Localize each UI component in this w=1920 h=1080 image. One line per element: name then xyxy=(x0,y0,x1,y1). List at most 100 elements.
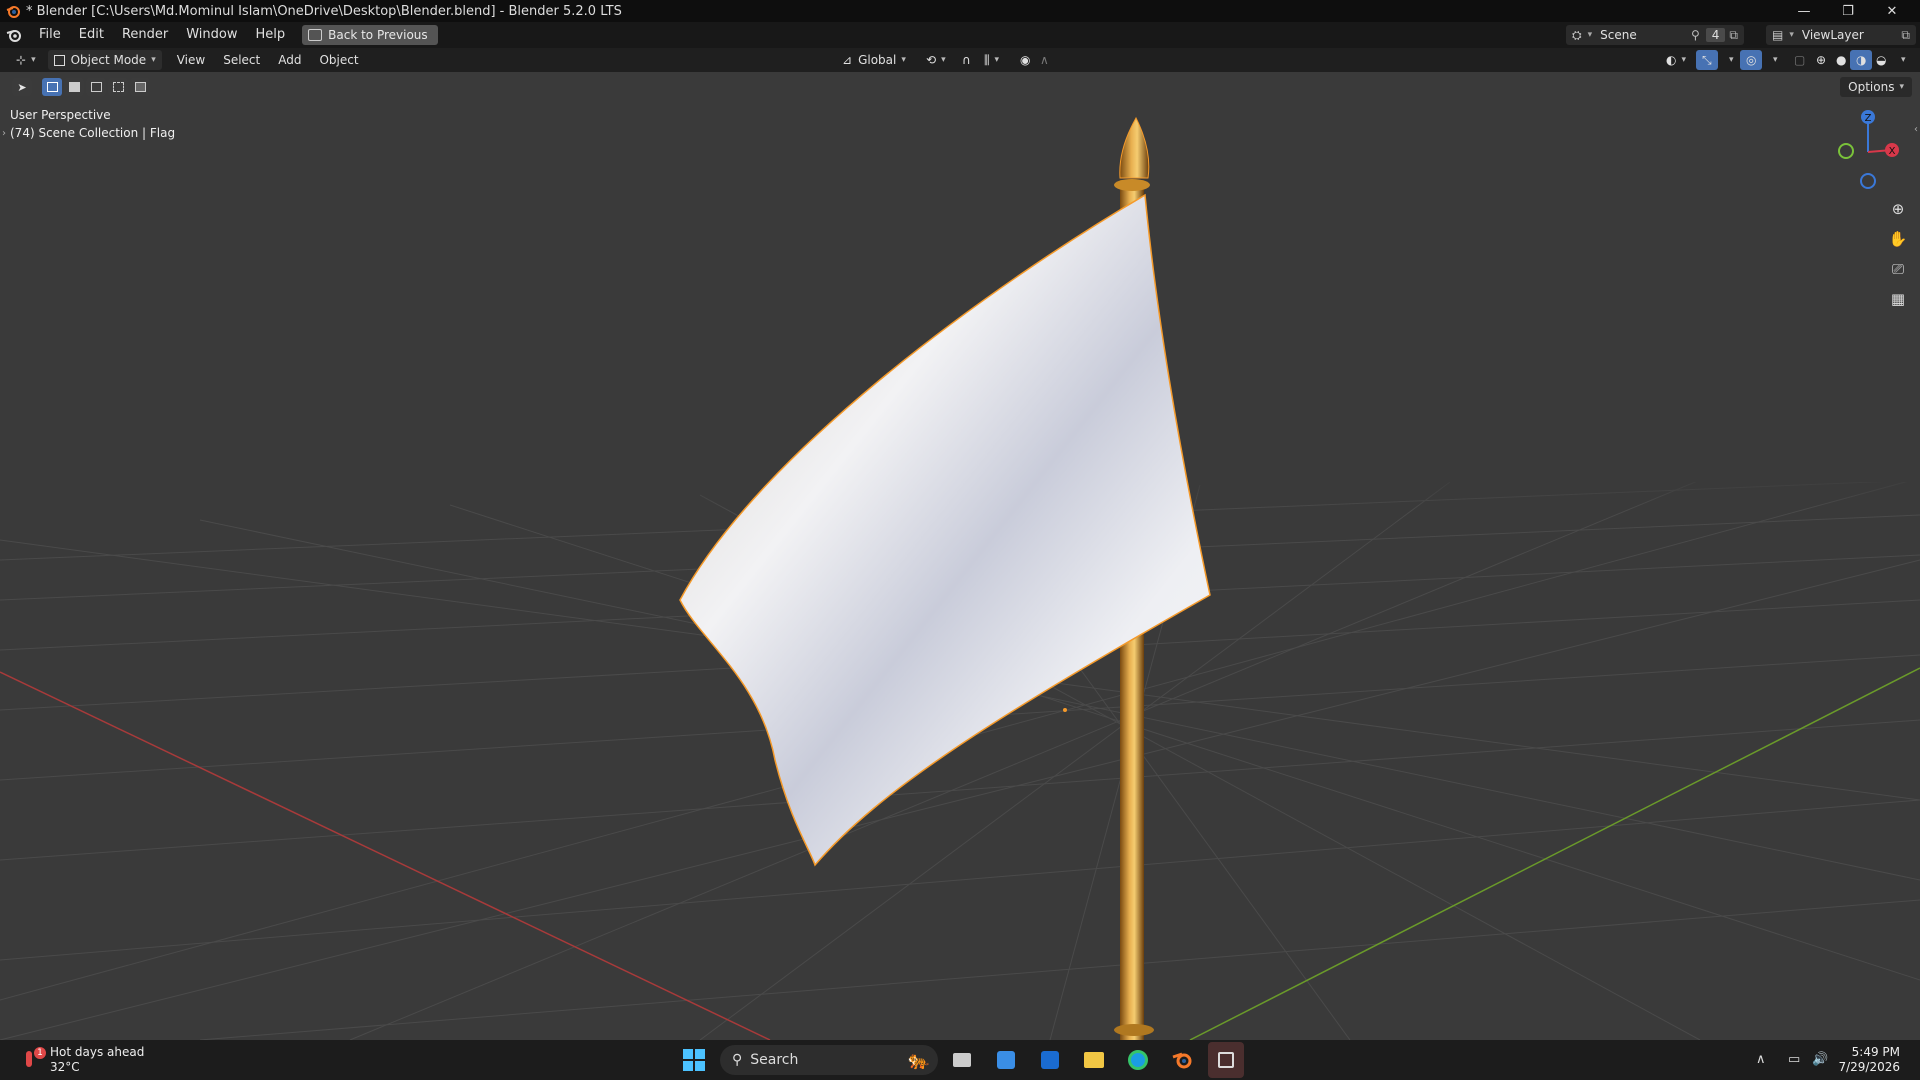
weather-badge: 1 xyxy=(34,1047,46,1059)
svg-text:X: X xyxy=(1889,146,1896,157)
outlook-button[interactable] xyxy=(1036,1046,1064,1074)
cursor-icon: ➤ xyxy=(17,80,27,94)
grid-icon: ▦ xyxy=(1890,290,1906,308)
blender-taskbar-icon xyxy=(1172,1052,1192,1069)
xray-icon: ▢ xyxy=(1794,53,1806,67)
navigation-gizmo[interactable]: Z X xyxy=(1830,106,1910,196)
store-icon xyxy=(997,1051,1015,1069)
chevron-down-icon: ▾ xyxy=(1789,30,1794,40)
snap-toggle[interactable]: ∩ xyxy=(956,50,977,70)
neg-y-axis-handle xyxy=(1838,143,1854,159)
close-window-button[interactable]: ✕ xyxy=(1870,0,1914,22)
network-icon[interactable]: ▭ xyxy=(1788,1052,1800,1067)
volume-icon[interactable]: 🔊 xyxy=(1812,1052,1828,1067)
mode-dropdown[interactable]: Object Mode ▾ xyxy=(47,50,162,70)
camera-view-button[interactable]: ⎚ xyxy=(1886,257,1910,281)
new-viewlayer-icon[interactable]: ⧉ xyxy=(1901,28,1910,43)
new-scene-icon[interactable]: ⧉ xyxy=(1729,28,1738,43)
windows-logo-icon xyxy=(683,1049,705,1071)
wireframe-shading-button[interactable]: ⊕ xyxy=(1810,50,1832,70)
sidebar-toggle-icon[interactable]: ‹ xyxy=(1914,124,1918,135)
show-hidden-icons-button[interactable]: ∧ xyxy=(1756,1052,1766,1067)
select-intersect-button[interactable] xyxy=(130,78,150,96)
select-new-button[interactable] xyxy=(42,78,62,96)
select-extend-icon xyxy=(68,82,80,92)
hand-icon: ✋ xyxy=(1888,230,1908,248)
neg-z-axis-handle xyxy=(1860,173,1876,189)
gizmo-dropdown[interactable]: ▾ xyxy=(1718,50,1740,70)
toolbar-toggle-icon[interactable]: › xyxy=(2,128,6,139)
options-dropdown[interactable]: Options ▾ xyxy=(1840,77,1912,97)
thermometer-icon: 1 xyxy=(20,1047,46,1071)
zoom-button[interactable]: ⊕ xyxy=(1886,197,1910,221)
editor-type-dropdown[interactable]: ⊹ ▾ xyxy=(10,50,42,70)
menu-view[interactable]: View xyxy=(168,47,214,73)
pivot-point-dropdown[interactable]: ⟲ ▾ xyxy=(920,50,952,70)
calendar-app-icon xyxy=(1218,1052,1234,1068)
menu-window[interactable]: Window xyxy=(177,22,246,48)
menu-add[interactable]: Add xyxy=(269,47,310,73)
select-tool-row: ➤ xyxy=(12,78,150,96)
viewlayer-selector[interactable]: ▤ ▾ ViewLayer ⧉ xyxy=(1766,25,1916,45)
object-mode-icon xyxy=(53,54,65,66)
chevron-down-icon: ▾ xyxy=(994,55,1000,65)
snap-increment-icon: ⫼ xyxy=(984,52,990,67)
pan-button[interactable]: ✋ xyxy=(1886,227,1910,251)
viewlayer-icon: ▤ xyxy=(1772,28,1784,42)
select-tool-button[interactable]: ➤ xyxy=(12,78,32,96)
select-subtract-icon xyxy=(90,82,102,92)
menu-help[interactable]: Help xyxy=(247,22,295,48)
select-extend-button[interactable] xyxy=(64,78,84,96)
overlays-dropdown[interactable]: ▾ xyxy=(1762,50,1784,70)
scene-selector[interactable]: ⛭ ▾ Scene ⚲ 4 ⧉ xyxy=(1566,25,1744,45)
camera-icon: ⎚ xyxy=(1891,260,1904,278)
menu-render[interactable]: Render xyxy=(113,22,177,48)
falloff-dropdown[interactable]: ∧ xyxy=(1034,50,1055,70)
viewport-scene xyxy=(0,72,1920,1040)
transform-orientation-dropdown[interactable]: ⊿ Global ▾ xyxy=(836,50,912,70)
select-invert-button[interactable] xyxy=(108,78,128,96)
snap-target-dropdown[interactable]: ⫼ ▾ xyxy=(978,50,1005,70)
menu-edit[interactable]: Edit xyxy=(70,22,113,48)
select-subtract-button[interactable] xyxy=(86,78,106,96)
menu-select[interactable]: Select xyxy=(214,47,269,73)
clock-date: 7/29/2026 xyxy=(1838,1060,1900,1074)
store-button[interactable] xyxy=(992,1046,1020,1074)
xray-toggle[interactable]: ▢ xyxy=(1788,50,1811,70)
menu-file[interactable]: File xyxy=(30,22,70,48)
window-title: * Blender [C:\Users\Md.Mominul Islam\One… xyxy=(26,3,622,19)
chevron-down-icon: ▾ xyxy=(1773,55,1778,65)
task-view-button[interactable] xyxy=(948,1046,976,1074)
perspective-toggle-button[interactable]: ▦ xyxy=(1886,287,1910,311)
shading-dropdown[interactable]: ▾ xyxy=(1890,50,1912,70)
maximize-button[interactable]: ❐ xyxy=(1826,0,1870,22)
scene-icon: ⛭ xyxy=(1572,27,1582,42)
task-view-icon xyxy=(953,1053,971,1067)
svg-text:Z: Z xyxy=(1865,113,1872,124)
overlays-toggle[interactable]: ◎ xyxy=(1740,50,1763,70)
blender-taskbar-button[interactable] xyxy=(1168,1046,1196,1074)
search-highlight-icon: 🐅 xyxy=(907,1049,930,1071)
visibility-dropdown[interactable]: ◐ ▾ xyxy=(1660,50,1692,70)
back-to-previous-button[interactable]: Back to Previous xyxy=(302,25,438,45)
start-button[interactable] xyxy=(680,1046,708,1074)
taskbar-search[interactable]: ⚲ Search 🐅 xyxy=(720,1045,938,1075)
minimize-button[interactable]: — xyxy=(1782,0,1826,22)
gizmo-toggle[interactable]: ⤡ xyxy=(1696,50,1718,70)
window-titlebar: * Blender [C:\Users\Md.Mominul Islam\One… xyxy=(0,0,1920,22)
scene-name: Scene xyxy=(1600,28,1637,42)
zoom-icon: ⊕ xyxy=(1891,200,1905,218)
orientation-icon: ⊿ xyxy=(842,53,853,67)
chevron-down-icon: ▾ xyxy=(1901,55,1906,65)
active-app-button[interactable] xyxy=(1208,1042,1244,1078)
chevron-down-icon: ▾ xyxy=(1899,82,1904,92)
blender-menu-icon[interactable] xyxy=(6,28,22,42)
3d-viewport[interactable]: User Perspective (74) Scene Collection |… xyxy=(0,72,1920,1040)
weather-widget[interactable]: 1 Hot days ahead 32°C xyxy=(20,1045,144,1075)
chevron-down-icon: ▾ xyxy=(1729,55,1734,65)
file-explorer-button[interactable] xyxy=(1080,1046,1108,1074)
taskbar-clock[interactable]: 5:49 PM 7/29/2026 xyxy=(1838,1045,1900,1075)
edge-button[interactable] xyxy=(1124,1046,1152,1074)
menu-object[interactable]: Object xyxy=(310,47,367,73)
pin-icon[interactable]: ⚲ xyxy=(1691,28,1700,42)
